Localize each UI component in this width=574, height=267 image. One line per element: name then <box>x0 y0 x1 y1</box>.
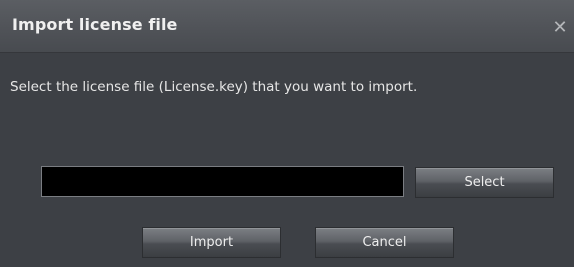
import-license-dialog: Import license file ✕ Select the license… <box>0 0 574 267</box>
import-button[interactable]: Import <box>142 227 281 258</box>
license-file-path-input[interactable] <box>41 166 404 197</box>
instructions-text: Select the license file (License.key) th… <box>10 79 418 95</box>
cancel-button[interactable]: Cancel <box>315 227 454 258</box>
close-icon[interactable]: ✕ <box>550 18 570 38</box>
dialog-title: Import license file <box>12 15 178 34</box>
dialog-titlebar: Import license file ✕ <box>0 0 574 53</box>
select-button[interactable]: Select <box>415 167 554 198</box>
